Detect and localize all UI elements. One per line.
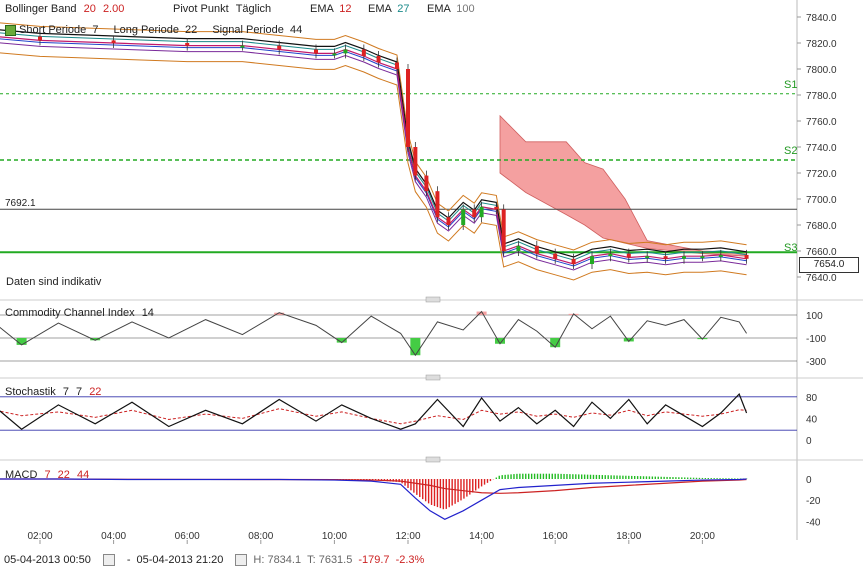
macd-tick-label: -20: [806, 496, 821, 507]
pivot-s2-label: S2: [784, 145, 798, 157]
y-tick-label: 7760.0: [806, 117, 837, 128]
macd-tick-label: -40: [806, 517, 821, 528]
candle-down: [626, 253, 631, 258]
candle-up: [645, 256, 650, 259]
x-tick-label: 14:00: [469, 531, 494, 542]
x-tick-label: 12:00: [395, 531, 420, 542]
pivot-s1-label: S1: [784, 79, 798, 91]
range-start: 05-04-2013 00:50: [4, 554, 91, 566]
candle-down: [435, 191, 440, 218]
y-tick-label: 7680.0: [806, 221, 837, 232]
bollinger-legend[interactable]: Bollinger Band 20 2.00: [5, 3, 124, 15]
stoch-tick-label: 40: [806, 414, 818, 425]
cci-label[interactable]: Commodity Channel Index 14: [5, 307, 154, 319]
candle-down: [413, 147, 418, 176]
ichimoku-legend[interactable]: Short Periode 7 Long Periode 22 Signal P…: [5, 24, 302, 36]
y-tick-label: 7720.0: [806, 169, 837, 180]
panel-resize-handle: [425, 374, 441, 381]
range-separator: -: [126, 554, 131, 566]
stoch-tick-label: 0: [806, 436, 812, 447]
x-tick-label: 18:00: [616, 531, 641, 542]
candle-up: [682, 256, 686, 259]
y-tick-label: 7740.0: [806, 143, 837, 154]
x-tick-label: 02:00: [27, 531, 52, 542]
candle-down: [534, 245, 539, 254]
candle-up: [718, 254, 723, 257]
indicator-panels: [0, 296, 863, 520]
candle-down: [494, 206, 499, 210]
pivot-legend[interactable]: Pivot Punkt Täglich: [173, 3, 271, 15]
candle-down: [571, 258, 576, 264]
ema-27-legend[interactable]: EMA 27: [368, 3, 410, 15]
candle-up: [479, 206, 484, 218]
x-tick-label: 06:00: [175, 531, 200, 542]
indicative-note: Daten sind indikativ: [6, 276, 102, 288]
candle-down: [744, 254, 749, 259]
candle-down: [376, 56, 381, 63]
candle-down: [277, 45, 282, 50]
change-value: -179.7: [358, 554, 390, 566]
y-tick-label: 7820.0: [806, 39, 837, 50]
change-percent: -2.3%: [395, 554, 425, 566]
stoch-d-line: [0, 408, 747, 425]
candle-up: [516, 245, 521, 251]
calendar-icon[interactable]: [102, 554, 115, 566]
x-tick-label: 04:00: [101, 531, 126, 542]
macd-tick-label: 0: [806, 475, 812, 486]
candle-down: [314, 49, 318, 54]
y-tick-label: 7840.0: [806, 13, 837, 24]
high-value: H: 7834.1: [253, 554, 302, 566]
candle-up: [461, 209, 466, 225]
candle-down: [472, 209, 477, 218]
x-tick-label: 08:00: [248, 531, 273, 542]
ichimoku-swatch-icon: [5, 24, 16, 36]
range-end: 05-04-2013 21:20: [136, 554, 224, 566]
stochastic-label[interactable]: Stochastik 7 7 22: [5, 386, 101, 398]
candle-up: [343, 49, 348, 54]
x-tick-label: 16:00: [543, 531, 568, 542]
x-tick-label: 20:00: [690, 531, 715, 542]
cci-tick-label: 100: [806, 311, 823, 322]
macd-label[interactable]: MACD 7 22 44: [5, 469, 89, 481]
y-tick-label: 7700.0: [806, 195, 837, 206]
ema-100-legend[interactable]: EMA 100: [427, 3, 475, 15]
chart-canvas: 7840.0 7820.0 7800.0 7780.0 7760.0 7740.0 7720…: [0, 0, 863, 544]
ema-12-legend[interactable]: EMA 12: [310, 3, 352, 15]
candle-up: [608, 253, 613, 257]
pivot-s3-label: S3: [784, 242, 798, 254]
x-tick-label: 10:00: [322, 531, 347, 542]
candle-down: [553, 253, 558, 259]
candle-down: [406, 69, 410, 147]
current-price-tag: 7654.0: [799, 257, 859, 273]
candle-down: [185, 43, 190, 46]
y-tick-label: 7800.0: [806, 65, 837, 76]
panel-resize-handle: [425, 296, 441, 303]
candle-down: [501, 209, 506, 251]
candle-up: [700, 256, 705, 259]
candle-down: [361, 49, 366, 56]
candle-up: [590, 256, 594, 264]
candle-down: [424, 175, 429, 192]
cci-oversold-area: [410, 338, 421, 356]
candle-down: [111, 40, 116, 43]
calendar-icon[interactable]: [235, 554, 248, 566]
candle-down: [38, 36, 42, 41]
cci-oversold-area: [550, 338, 561, 348]
stoch-tick-label: 80: [806, 393, 818, 404]
panel-resize-handle: [425, 456, 441, 463]
candle-up: [240, 45, 245, 48]
y-tick-label: 7640.0: [806, 273, 837, 284]
level-label: 7692.1: [5, 198, 36, 209]
cci-tick-label: -100: [806, 334, 826, 345]
cci-tick-label: -300: [806, 357, 826, 368]
candle-up: [332, 53, 337, 56]
y-tick-label: 7780.0: [806, 91, 837, 102]
low-value: T: 7631.5: [307, 554, 353, 566]
candle-down: [446, 217, 451, 225]
status-bar: 05-04-2013 00:50 - 05-04-2013 21:20 H: 7…: [0, 552, 863, 568]
candle-down: [394, 62, 399, 69]
candle-down: [663, 256, 668, 259]
